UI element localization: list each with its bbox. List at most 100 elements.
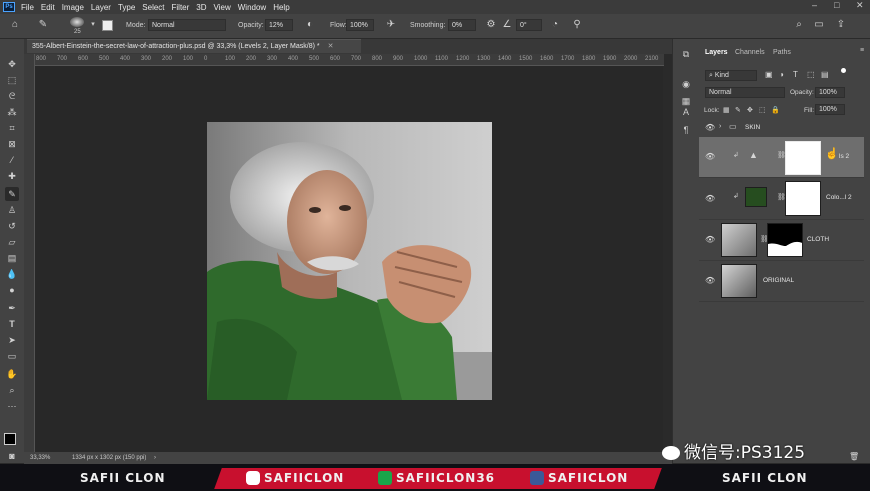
layer-mask-thumbnail[interactable] [767, 223, 803, 257]
visibility-eye-icon[interactable]: 👁 [705, 123, 715, 132]
share-icon[interactable]: ⇪ [834, 18, 848, 32]
healing-brush-tool-icon[interactable]: ✚ [5, 169, 19, 183]
lock-artboard-icon[interactable]: ⬚ [759, 106, 766, 114]
pressure-size-icon[interactable]: ◔ [548, 18, 562, 32]
layer-fill-field[interactable]: 100% [815, 104, 845, 115]
filter-type-icon[interactable]: T [793, 70, 798, 79]
close-tab-icon[interactable]: ✕ [328, 43, 334, 50]
quick-mask-icon[interactable]: ◙ [5, 449, 19, 463]
delete-layer-icon[interactable]: 🗑 [849, 452, 859, 461]
layer-group-skin[interactable]: 👁 › ▭ SKIN [699, 119, 864, 138]
visibility-eye-icon[interactable]: 👁 [705, 235, 715, 244]
layer-thumbnail[interactable] [721, 264, 757, 298]
minimize-button[interactable]: – [812, 0, 817, 10]
home-icon[interactable]: ⌂ [8, 18, 22, 32]
layer-cloth[interactable]: 👁 ⛓ CLOTH [699, 220, 864, 261]
color-panel-icon[interactable]: ◉ [679, 77, 693, 91]
menu-file[interactable]: File [21, 3, 34, 12]
smoothing-settings-gear-icon[interactable]: ⚙ [484, 18, 498, 32]
crop-tool-icon[interactable]: ⌗ [5, 121, 19, 135]
filter-shape-icon[interactable]: ⬚ [807, 70, 815, 79]
rectangle-tool-icon[interactable]: ▭ [5, 349, 19, 363]
menu-select[interactable]: Select [142, 3, 164, 12]
pen-tool-icon[interactable]: ✒ [5, 301, 19, 315]
chevron-down-icon[interactable]: ▾ [86, 18, 100, 32]
clone-stamp-tool-icon[interactable]: ♙ [5, 203, 19, 217]
menu-window[interactable]: Window [238, 3, 266, 12]
menu-3d[interactable]: 3D [196, 3, 206, 12]
search-icon[interactable]: ⌕ [792, 18, 806, 32]
lock-position-icon[interactable]: ✥ [747, 106, 753, 114]
blur-tool-icon[interactable]: 💧 [5, 267, 19, 281]
airbrush-icon[interactable]: ✈ [384, 18, 398, 32]
lock-all-icon[interactable]: 🔒 [771, 106, 780, 114]
pressure-opacity-icon[interactable]: ◐ [303, 18, 317, 32]
layer-mask-thumbnail[interactable] [785, 181, 821, 216]
maximize-button[interactable]: □ [834, 0, 839, 10]
eraser-tool-icon[interactable]: ▱ [5, 235, 19, 249]
history-brush-tool-icon[interactable]: ↺ [5, 219, 19, 233]
lasso-tool-icon[interactable]: ᘓ [5, 89, 19, 103]
tab-layers[interactable]: Layers [705, 49, 728, 56]
menu-help[interactable]: Help [273, 3, 289, 12]
mode-select[interactable]: Normal [148, 19, 226, 31]
menu-filter[interactable]: Filter [172, 3, 190, 12]
chevron-right-icon[interactable]: › [719, 123, 721, 130]
menu-view[interactable]: View [214, 3, 231, 12]
menu-layer[interactable]: Layer [91, 3, 111, 12]
lock-transparent-icon[interactable]: ▦ [723, 106, 730, 114]
paragraph-panel-icon[interactable]: ¶ [679, 123, 693, 137]
filter-pixel-icon[interactable]: ▣ [765, 70, 773, 79]
document-tab[interactable]: 355-Albert-Einstein-the-secret-law-of-at… [27, 39, 361, 53]
brush-preview-icon[interactable] [70, 17, 84, 27]
layer-opacity-field[interactable]: 100% [815, 87, 845, 98]
fill-color-thumbnail[interactable] [745, 187, 767, 207]
brush-panel-toggle-icon[interactable] [102, 20, 113, 31]
menu-type[interactable]: Type [118, 3, 135, 12]
flow-field[interactable]: 100% [346, 19, 374, 31]
opacity-field[interactable]: 12% [265, 19, 293, 31]
visibility-eye-icon[interactable]: 👁 [705, 152, 715, 161]
layer-original[interactable]: 👁 ORIGINAL [699, 261, 864, 302]
foreground-color-swatch[interactable] [4, 433, 16, 445]
marquee-tool-icon[interactable]: ⬚ [5, 73, 19, 87]
menu-image[interactable]: Image [62, 3, 84, 12]
layer-levels-2[interactable]: 👁 ↲ ▲ ⛓ ☝ ls 2 [699, 137, 864, 178]
smoothing-field[interactable]: 0% [448, 19, 476, 31]
blend-mode-select[interactable]: Normal [705, 87, 785, 98]
angle-field[interactable]: 0° [516, 19, 542, 31]
eyedropper-tool-icon[interactable]: ⁄ [5, 153, 19, 167]
panel-menu-icon[interactable]: ≡ [860, 47, 864, 54]
character-panel-icon[interactable]: A [679, 105, 693, 119]
zoom-tool-icon[interactable]: ⌕ [5, 383, 19, 397]
lock-image-icon[interactable]: ✎ [735, 106, 741, 114]
close-window-button[interactable]: ✕ [856, 0, 864, 11]
symmetry-icon[interactable]: ⚲ [570, 18, 584, 32]
layer-mask-thumbnail[interactable] [785, 141, 821, 175]
move-tool-icon[interactable]: ✥ [5, 57, 19, 71]
path-selection-tool-icon[interactable]: ➤ [5, 333, 19, 347]
document-image[interactable] [207, 122, 492, 400]
brush-tool-icon[interactable]: ✎ [36, 18, 50, 32]
filter-adjustment-icon[interactable]: ◑ [779, 70, 784, 79]
gradient-tool-icon[interactable]: ▤ [5, 251, 19, 265]
visibility-eye-icon[interactable]: 👁 [705, 194, 715, 203]
zoom-level[interactable]: 33,33% [30, 452, 50, 464]
layer-color-fill-2[interactable]: 👁 ↲ ⛓ Colo...l 2 [699, 178, 864, 220]
hand-tool-icon[interactable]: ✋ [5, 367, 19, 381]
frame-tool-icon[interactable]: ⊠ [5, 137, 19, 151]
filter-smart-object-icon[interactable]: ▤ [821, 70, 829, 79]
brush-tool-icon[interactable]: ✎ [5, 187, 19, 201]
menu-edit[interactable]: Edit [41, 3, 55, 12]
visibility-eye-icon[interactable]: 👁 [705, 276, 715, 285]
workspace-icon[interactable]: ▭ [812, 18, 826, 32]
history-panel-icon[interactable]: ⧉ [679, 47, 693, 61]
edit-toolbar-icon[interactable]: ⋯ [5, 399, 19, 413]
quick-select-tool-icon[interactable]: ⁂ [5, 105, 19, 119]
layer-filter-kind-select[interactable]: ⌕ Kind [705, 70, 757, 81]
status-menu-chevron-icon[interactable]: › [154, 452, 156, 464]
filter-toggle-icon[interactable] [841, 68, 846, 73]
type-tool-icon[interactable]: T [5, 317, 19, 331]
dodge-tool-icon[interactable]: ● [5, 283, 19, 297]
tab-paths[interactable]: Paths [773, 49, 791, 56]
